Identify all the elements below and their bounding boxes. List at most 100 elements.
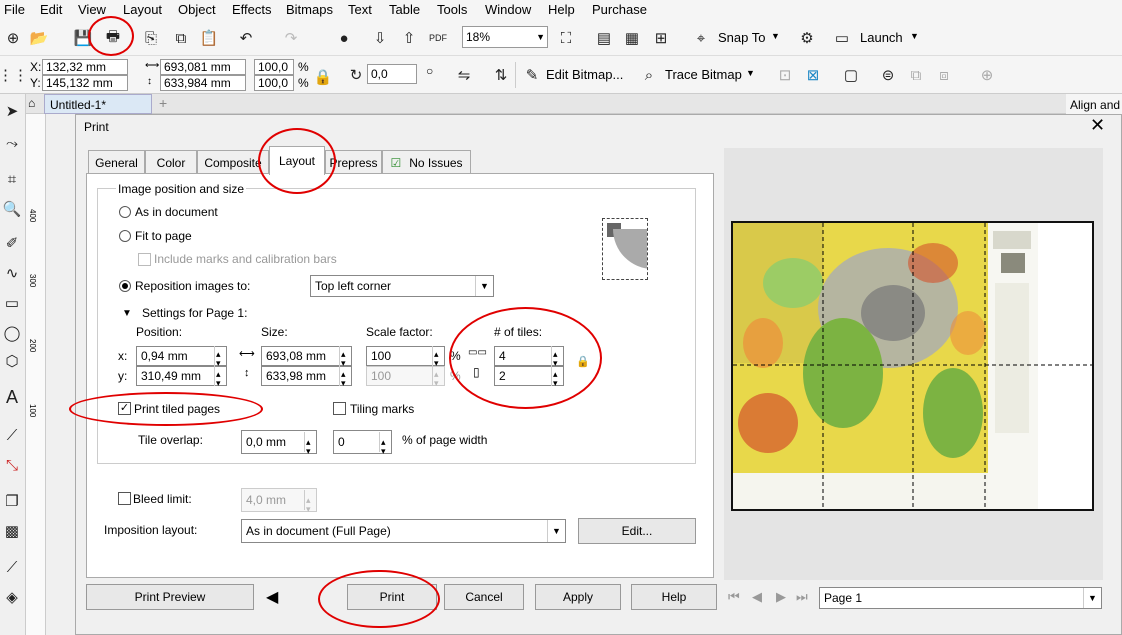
new-document-icon[interactable]: ⊕: [2, 27, 24, 49]
menu-edit[interactable]: Edit: [40, 2, 62, 17]
scale-x-input[interactable]: 100: [366, 345, 445, 372]
document-tab[interactable]: Untitled-1*: [44, 94, 152, 114]
spinner[interactable]: [551, 365, 563, 392]
collapse-preview-icon[interactable]: ◀: [266, 587, 278, 607]
pdf-icon[interactable]: PDF: [427, 27, 449, 49]
print-button[interactable]: Print: [347, 584, 437, 610]
open-icon[interactable]: 📂: [28, 27, 50, 49]
cancel-button[interactable]: Cancel: [444, 584, 524, 610]
spinner[interactable]: [551, 345, 563, 372]
trace-bitmap-button[interactable]: Trace Bitmap: [665, 67, 742, 82]
last-page-icon[interactable]: ⏭: [796, 589, 808, 605]
width-input[interactable]: 693,081 mm: [160, 59, 246, 75]
edit-imposition-button[interactable]: Edit...: [578, 518, 696, 544]
transparency-icon[interactable]: ▩: [1, 520, 23, 542]
launch-dropdown[interactable]: Launch: [860, 30, 903, 45]
corel-connect-icon[interactable]: ●: [333, 27, 355, 49]
save-icon[interactable]: 💾: [72, 27, 94, 49]
x-position-input[interactable]: 132,32 mm: [42, 59, 128, 75]
full-screen-icon[interactable]: ⛶: [555, 27, 577, 49]
spinner[interactable]: [214, 365, 226, 392]
include-marks-checkbox[interactable]: [138, 253, 151, 266]
eyedropper-icon[interactable]: ⟋: [1, 556, 23, 578]
freehand-tool-icon[interactable]: ✐: [1, 232, 23, 254]
artistic-media-icon[interactable]: ∿: [1, 262, 23, 284]
angle-input[interactable]: 0,0: [367, 64, 417, 84]
print-tiled-checkbox[interactable]: ✓: [118, 402, 131, 415]
cut-icon[interactable]: ⎘: [140, 27, 162, 49]
tab-composite[interactable]: Composite: [197, 150, 269, 174]
tiling-marks-checkbox[interactable]: [333, 402, 346, 415]
tab-color[interactable]: Color: [145, 150, 197, 174]
tab-prepress[interactable]: Prepress: [325, 150, 382, 174]
snap-icon[interactable]: ⌖: [690, 27, 712, 49]
parallel-dimension-icon[interactable]: ⟋: [1, 424, 23, 446]
text-tool-icon[interactable]: A: [1, 386, 23, 408]
close-button[interactable]: ✕: [1090, 115, 1105, 136]
tile-overlap-input[interactable]: 0,0 mm: [241, 430, 317, 462]
menu-help[interactable]: Help: [548, 2, 575, 17]
spinner[interactable]: [339, 345, 351, 372]
frame-icon[interactable]: ▢: [840, 64, 862, 86]
drop-shadow-icon[interactable]: ❐: [1, 490, 23, 512]
as-in-document-radio[interactable]: [119, 206, 131, 218]
zoom-tool-icon[interactable]: 🔍: [1, 198, 23, 220]
reposition-radio[interactable]: [119, 280, 131, 292]
edit-bitmap-button[interactable]: Edit Bitmap...: [546, 67, 623, 82]
bleed-limit-checkbox[interactable]: [118, 492, 131, 505]
add-icon[interactable]: ⊕: [976, 64, 998, 86]
mirror-vertical-icon[interactable]: ⇅: [490, 64, 512, 86]
docker-tab[interactable]: Align and: [1066, 94, 1122, 114]
lock-icon[interactable]: 🔒: [576, 355, 590, 368]
snap-to-dropdown[interactable]: Snap To: [718, 30, 765, 45]
help-button[interactable]: Help: [631, 584, 717, 610]
link-icon[interactable]: ⧉: [905, 64, 927, 86]
redo-icon[interactable]: ↷: [280, 27, 302, 49]
scale-y-input[interactable]: 100: [366, 365, 445, 392]
collapse-arrow-icon[interactable]: ▼: [122, 308, 132, 319]
menu-effects[interactable]: Effects: [232, 2, 272, 17]
interactive-fill-icon[interactable]: ◈: [1, 586, 23, 608]
paste-icon[interactable]: 📋: [198, 27, 220, 49]
y-position-input[interactable]: 145,132 mm: [42, 75, 128, 91]
menu-tools[interactable]: Tools: [437, 2, 467, 17]
export-icon[interactable]: ⇧: [398, 27, 420, 49]
height-input[interactable]: 633,984 mm: [160, 75, 246, 91]
copy-icon[interactable]: ⧉: [170, 27, 192, 49]
rotate-icon[interactable]: ↻: [345, 64, 367, 86]
next-page-icon[interactable]: ▶: [776, 589, 786, 605]
tab-layout[interactable]: Layout: [269, 146, 325, 175]
menu-text[interactable]: Text: [348, 2, 372, 17]
size-width-input[interactable]: 693,08 mm: [261, 345, 352, 372]
resample-icon[interactable]: ⊜: [877, 64, 899, 86]
new-tab-button[interactable]: +: [159, 95, 167, 111]
shape-tool-icon[interactable]: ⤳: [1, 132, 23, 154]
menu-bitmaps[interactable]: Bitmaps: [286, 2, 333, 17]
rectangle-tool-icon[interactable]: ▭: [1, 292, 23, 314]
first-page-icon[interactable]: ⏮: [728, 589, 740, 605]
pick-tool-icon[interactable]: ➤: [1, 100, 23, 122]
options-gear-icon[interactable]: ⚙: [796, 27, 818, 49]
previous-page-icon[interactable]: ◀: [752, 589, 762, 605]
size-height-input[interactable]: 633,98 mm: [261, 365, 352, 392]
menu-layout[interactable]: Layout: [123, 2, 162, 17]
spinner[interactable]: [339, 365, 351, 392]
ellipse-tool-icon[interactable]: ◯: [1, 322, 23, 344]
tiles-x-input[interactable]: 4: [494, 345, 564, 372]
apply-button[interactable]: Apply: [535, 584, 621, 610]
reposition-select[interactable]: Top left corner ▼: [310, 275, 494, 297]
tile-overlap-percent-input[interactable]: 0: [333, 430, 392, 462]
spinner[interactable]: [432, 365, 444, 392]
spinner[interactable]: [432, 345, 444, 372]
menu-table[interactable]: Table: [389, 2, 420, 17]
spinner[interactable]: [304, 489, 316, 520]
scale-width-input[interactable]: 100,0: [254, 59, 294, 75]
scale-height-input[interactable]: 100,0: [254, 75, 294, 91]
menu-view[interactable]: View: [78, 2, 106, 17]
menu-file[interactable]: File: [4, 2, 25, 17]
print-preview-button[interactable]: Print Preview: [86, 584, 254, 610]
crop-tool-icon[interactable]: ⌗: [1, 168, 23, 190]
menu-window[interactable]: Window: [485, 2, 531, 17]
fit-to-page-radio[interactable]: [119, 230, 131, 242]
tiles-y-input[interactable]: 2: [494, 365, 564, 392]
